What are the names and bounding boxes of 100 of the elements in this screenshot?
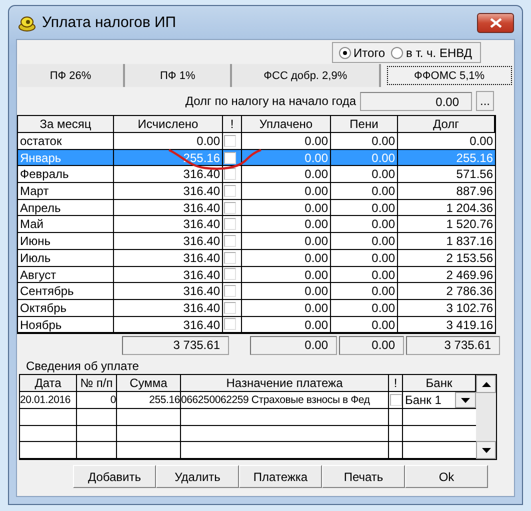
checkbox[interactable]	[224, 302, 236, 314]
table-cell: 255.16	[114, 150, 223, 166]
total-field: 3 735.61	[122, 336, 229, 356]
table-cell: 316.40	[114, 233, 223, 250]
table-cell: 066250062259 Страховые взносы в Фед	[181, 392, 389, 409]
table-cell: 0.00	[331, 216, 398, 234]
table-cell: 316.40	[114, 316, 223, 334]
column-header: Пени	[331, 116, 398, 133]
action-button[interactable]: Платежка	[239, 465, 322, 488]
empty-cell	[77, 426, 117, 442]
checkbox[interactable]	[224, 285, 236, 298]
column-header: Исчислено	[114, 116, 223, 133]
total-field: 0.00	[339, 336, 404, 356]
table-cell: Июнь	[18, 233, 114, 250]
table-cell: 316.40	[114, 166, 223, 184]
table-cell: 0.00	[331, 133, 398, 150]
close-button[interactable]	[477, 12, 514, 32]
total-field: 0.00	[250, 336, 337, 356]
table-cell: Август	[18, 266, 114, 284]
checkbox[interactable]	[224, 268, 236, 280]
checkbox[interactable]	[224, 184, 236, 197]
column-header: № п/п	[77, 375, 117, 392]
table-cell: 0.00	[331, 183, 398, 200]
table-cell: 0.00	[331, 283, 398, 300]
table-cell: 20.01.2016	[20, 392, 77, 409]
action-button[interactable]: Ok	[405, 465, 488, 488]
table-cell: 0.00	[331, 150, 398, 166]
opening-debt-label: Долг по налогу на начало года	[185, 94, 356, 108]
table-cell: 2 469.96	[398, 266, 495, 284]
column-header: Дата	[20, 375, 77, 392]
mode-radio[interactable]: в т. ч. ЕНВД	[391, 46, 472, 60]
scroll-down-icon	[482, 448, 490, 452]
column-header: !	[223, 116, 242, 133]
empty-cell	[117, 408, 181, 426]
checkbox[interactable]	[224, 234, 236, 247]
action-button[interactable]: Печать	[322, 465, 405, 488]
table-cell: 0.00	[242, 133, 331, 150]
table-cell: остаток	[18, 133, 114, 150]
action-button[interactable]: Удалить	[156, 465, 239, 488]
table-cell: 0.00	[242, 183, 331, 200]
empty-cell	[77, 408, 117, 426]
table-cell: 316.40	[114, 283, 223, 300]
checkbox[interactable]	[390, 394, 402, 406]
table-cell: 0.00	[242, 150, 331, 166]
tab[interactable]: ПФ 1%	[125, 64, 232, 87]
table-cell: Июль	[18, 250, 114, 266]
checkbox[interactable]	[224, 202, 236, 214]
table-cell: 0.00	[242, 283, 331, 300]
total-field: 3 735.61	[406, 336, 500, 356]
column-header: Уплачено	[242, 116, 331, 133]
table-cell: 0.00	[331, 250, 398, 266]
checkbox[interactable]	[224, 168, 236, 180]
action-button[interactable]: Добавить	[73, 465, 156, 488]
tab[interactable]: ФСС добр. 2,9%	[232, 64, 381, 87]
checkbox[interactable]	[224, 218, 236, 230]
table-cell: Март	[18, 183, 114, 200]
window-title: Уплата налогов ИП	[42, 14, 178, 31]
column-header: Сумма	[117, 375, 181, 392]
table-cell: 0.00	[242, 316, 331, 334]
scroll-up-icon	[482, 382, 490, 387]
tab[interactable]: ФФОМС 5,1%	[384, 64, 514, 87]
checkbox[interactable]	[224, 252, 236, 264]
table-cell: 316.40	[114, 266, 223, 284]
table-cell: Ноябрь	[18, 316, 114, 334]
opening-debt-field[interactable]: 0.00	[360, 92, 472, 110]
scrollbar[interactable]	[476, 375, 496, 459]
empty-cell	[117, 426, 181, 442]
table-cell: 0.00	[114, 133, 223, 150]
checkbox[interactable]	[224, 152, 236, 164]
table-cell: 0.00	[242, 166, 331, 184]
tab[interactable]: ПФ 26%	[18, 64, 126, 87]
table-cell: 0.00	[331, 166, 398, 184]
table-cell: 316.40	[114, 250, 223, 266]
table-cell: 0.00	[242, 200, 331, 216]
table-cell: 0.00	[331, 266, 398, 284]
table-cell: 316.40	[114, 216, 223, 234]
table-cell: 0.00	[242, 266, 331, 284]
scroll-down-icon	[461, 398, 470, 403]
checkbox[interactable]	[224, 134, 236, 147]
table-cell: 0	[77, 392, 117, 409]
table-cell: Май	[18, 216, 114, 234]
checkbox[interactable]	[224, 318, 236, 330]
table-cell: 0.00	[242, 233, 331, 250]
table-cell: 316.40	[114, 200, 223, 216]
browse-button[interactable]: ...	[476, 91, 494, 111]
table-cell: 316.40	[114, 300, 223, 317]
table-cell: 255.16	[398, 150, 495, 166]
table-cell: 3 419.16	[398, 316, 495, 334]
column-header: !	[389, 375, 403, 392]
table-cell: Октябрь	[18, 300, 114, 317]
table-cell: Январь	[18, 150, 114, 166]
coins-icon	[18, 14, 36, 32]
table-cell: Апрель	[18, 200, 114, 216]
table-cell: 0.00	[331, 316, 398, 334]
bank-dropdown[interactable]: Банк 1	[403, 392, 476, 409]
table-cell: 0.00	[331, 200, 398, 216]
table-cell: 0.00	[331, 300, 398, 317]
empty-cell	[389, 426, 403, 442]
table-cell: 316.40	[114, 183, 223, 200]
mode-radio[interactable]: Итого	[338, 46, 385, 60]
